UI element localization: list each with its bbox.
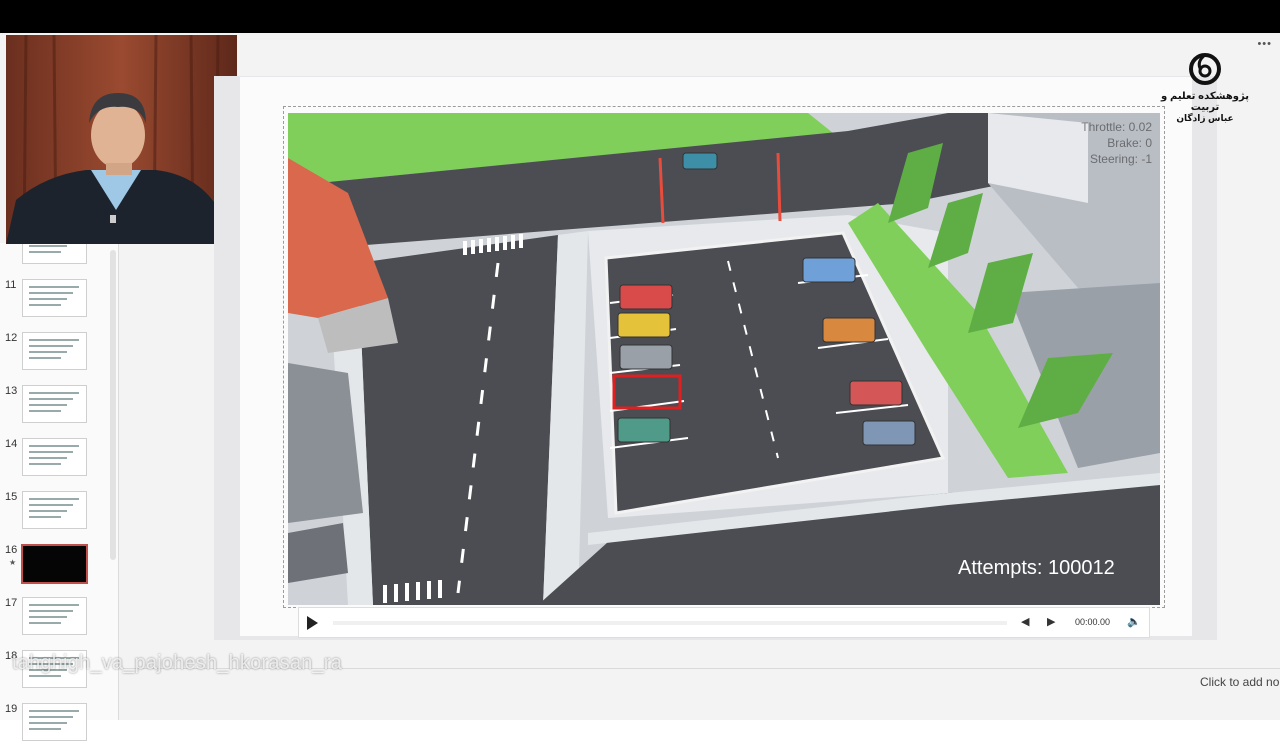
slide-thumbnail[interactable] <box>22 597 87 635</box>
slide-thumbnail-row[interactable]: 14 <box>0 438 110 490</box>
slide-number: 14 <box>5 438 18 450</box>
presenter-webcam <box>6 35 237 244</box>
thumbnail-text-line <box>29 463 61 465</box>
slide-thumbnail[interactable] <box>22 438 87 476</box>
thumbnail-text-line <box>29 351 67 353</box>
more-options-icon[interactable]: ••• <box>1257 38 1272 50</box>
thumbnail-text-line <box>29 398 73 400</box>
slide-number: 19 <box>5 703 18 715</box>
brake-readout: Brake: 0 <box>1107 136 1152 150</box>
steering-readout: Steering: -1 <box>1089 152 1152 166</box>
thumbnail-text-line <box>29 516 61 518</box>
parked-car <box>862 420 916 446</box>
slide-number: 15 <box>5 491 18 503</box>
slide-thumbnail-row[interactable]: 13 <box>0 385 110 437</box>
video-progress-track[interactable] <box>333 621 1007 625</box>
thumbnail-text-line <box>29 286 79 288</box>
thumbnail-text-line <box>29 498 79 500</box>
step-back-icon[interactable]: ◀ <box>1021 615 1029 628</box>
notes-placeholder[interactable]: Click to add no <box>1200 675 1279 689</box>
slide-thumbnail-row[interactable]: 16 ★ <box>0 544 110 596</box>
thumbnail-text-line <box>29 710 79 712</box>
thumbnail-text-line <box>29 451 73 453</box>
slide-number: 16 <box>5 544 18 556</box>
thumbnail-text-line <box>29 304 61 306</box>
slide-thumbnail[interactable] <box>22 332 87 370</box>
thumbnail-scrollbar[interactable] <box>110 250 116 560</box>
recording-top-bar <box>0 0 1280 33</box>
parked-car <box>619 284 673 310</box>
thumbnail-text-line <box>29 245 67 247</box>
step-forward-icon[interactable]: ▶ <box>1047 615 1055 628</box>
thumbnail-text-line <box>29 675 61 677</box>
parked-car <box>849 380 903 406</box>
parked-car <box>619 344 673 370</box>
slide-thumbnail-row[interactable]: 19 <box>0 703 110 755</box>
thumbnail-text-line <box>29 610 73 612</box>
attempts-counter: Attempts: 100012 <box>958 557 1115 579</box>
thumbnail-text-line <box>29 510 67 512</box>
slide-thumbnail[interactable] <box>22 491 87 529</box>
thumbnail-text-line <box>29 292 73 294</box>
slide-number: 12 <box>5 332 18 344</box>
volume-icon[interactable]: 🔈 <box>1127 615 1141 628</box>
logo-title: پژوهشکده تعلیم و تربیت <box>1161 91 1249 113</box>
playback-time: 00:00.00 <box>1075 617 1111 627</box>
thumbnail-text-line <box>29 457 67 459</box>
thumbnail-text-line <box>29 251 61 253</box>
thumbnail-text-line <box>29 616 67 618</box>
play-icon[interactable] <box>307 616 318 630</box>
institute-logo: پژوهشکده تعلیم و تربیت عباس زادگان <box>1155 52 1255 123</box>
slide-thumbnail-row[interactable]: 11 <box>0 279 110 331</box>
channel-watermark: tahghigh_va_pajohesh_hkorasan_ra <box>12 652 342 674</box>
slide-number: 17 <box>5 597 18 609</box>
animation-star-icon: ★ <box>9 558 17 567</box>
thumbnail-text-line <box>29 404 67 406</box>
slide-thumbnail[interactable] <box>21 544 88 584</box>
thumbnail-text-line <box>29 622 61 624</box>
parked-car <box>822 317 876 343</box>
slide-thumbnail[interactable] <box>22 703 87 741</box>
institute-logo-icon <box>1189 53 1221 85</box>
thumbnail-text-line <box>29 339 79 341</box>
slide-thumbnail[interactable] <box>22 385 87 423</box>
slide-thumbnail-row[interactable]: 15 <box>0 491 110 543</box>
parked-car <box>617 417 671 443</box>
thumbnail-text-line <box>29 298 67 300</box>
parked-car <box>802 257 856 283</box>
thumbnail-text-line <box>29 504 73 506</box>
thumbnail-text-line <box>29 410 61 412</box>
thumbnail-text-line <box>29 722 67 724</box>
parked-car <box>617 312 671 338</box>
parking-simulation-video[interactable]: Throttle: 0.02 Brake: 0 Steering: -1 Att… <box>288 113 1160 605</box>
thumbnail-text-line <box>29 445 79 447</box>
logo-subtitle: عباس زادگان <box>1176 113 1234 123</box>
slide-thumbnail-row[interactable]: 12 <box>0 332 110 384</box>
thumbnail-text-line <box>29 728 61 730</box>
thumbnail-text-line <box>29 357 61 359</box>
slide-thumbnail[interactable] <box>22 279 87 317</box>
slide-number: 13 <box>5 385 18 397</box>
media-controls: ◀ ▶ 00:00.00 🔈 <box>298 607 1150 638</box>
thumbnail-text-line <box>29 392 79 394</box>
parked-car <box>682 152 718 170</box>
thumbnail-text-line <box>29 604 79 606</box>
throttle-readout: Throttle: 0.02 <box>1081 120 1152 134</box>
thumbnail-text-line <box>29 345 73 347</box>
slide-thumbnail-row[interactable]: 17 <box>0 597 110 649</box>
driving-hud: Throttle: 0.02 Brake: 0 Steering: -1 <box>1081 119 1152 167</box>
slide-number: 11 <box>5 279 17 291</box>
thumbnail-text-line <box>29 716 73 718</box>
